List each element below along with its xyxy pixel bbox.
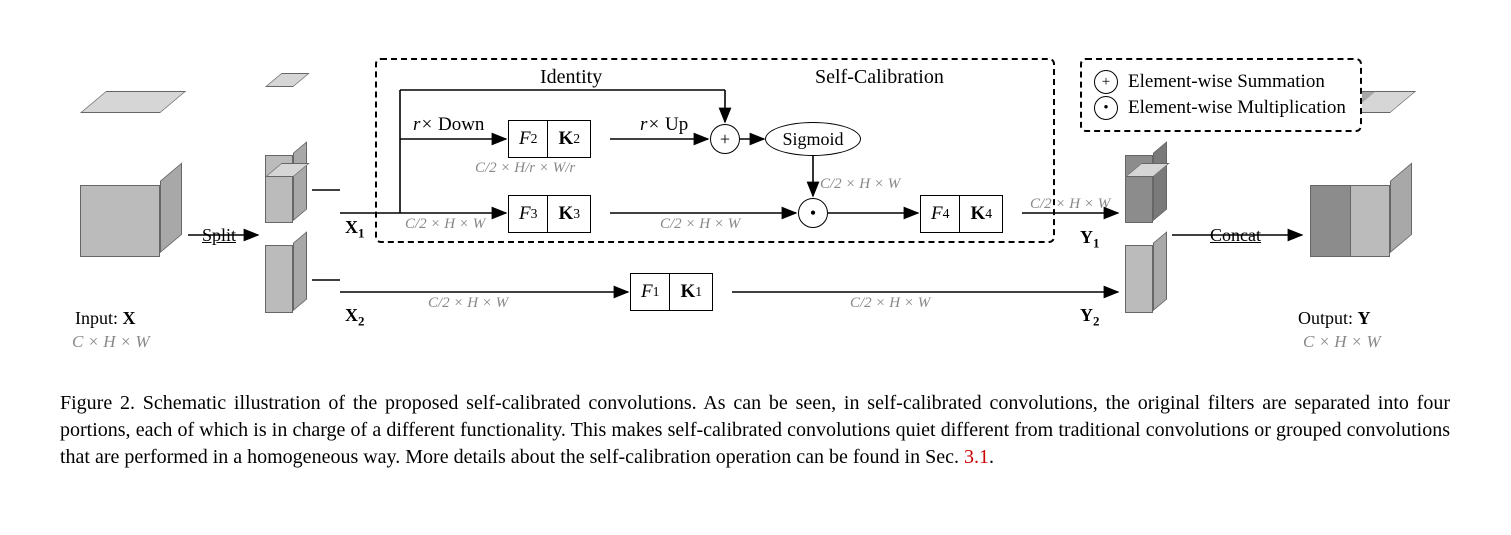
down-label: r× Down — [413, 114, 484, 136]
x2-label: X2 — [345, 305, 364, 330]
input-label: Input: X — [75, 308, 136, 329]
up-label: r× Up — [640, 114, 688, 136]
f2-k2-op: F2 K2 — [508, 120, 591, 158]
x2-dims-left: C/2 × H × W — [428, 295, 508, 312]
sum-op-icon: + — [710, 124, 740, 154]
self-calibration-title: Self-Calibration — [815, 66, 944, 89]
x2-dims-right: C/2 × H × W — [850, 295, 930, 312]
concat-label: Concat — [1210, 225, 1261, 246]
y2-label: Y2 — [1080, 305, 1099, 330]
sigmoid-op: Sigmoid — [765, 122, 861, 156]
legend-sum-label: Element-wise Summation — [1128, 71, 1325, 93]
figure-caption: Figure 2. Schematic illustration of the … — [60, 390, 1450, 471]
f4-k4-op: F4 K4 — [920, 195, 1003, 233]
identity-label: Identity — [540, 66, 602, 89]
section-ref-link[interactable]: 3.1 — [964, 446, 989, 468]
plus-icon: + — [1094, 70, 1118, 94]
output-label: Output: Y — [1298, 308, 1371, 329]
legend-sum: + Element-wise Summation — [1094, 70, 1346, 94]
output-dims: C × H × W — [1303, 332, 1381, 352]
f3-k3-op: F3 K3 — [508, 195, 591, 233]
legend-mul-label: Element-wise Multiplication — [1128, 97, 1346, 119]
after-f4-dims: C/2 × H × W — [1030, 196, 1110, 213]
f2-dims: C/2 × H/r × W/r — [475, 160, 575, 177]
after-sigmoid-dims: C/2 × H × W — [820, 176, 900, 193]
dot-icon: • — [1094, 96, 1118, 120]
input-dims: C × H × W — [72, 332, 150, 352]
legend-mul: • Element-wise Multiplication — [1094, 96, 1346, 120]
diagram: Input: X C × H × W Split X1 X2 Self-Cali… — [20, 20, 1491, 380]
legend: + Element-wise Summation • Element-wise … — [1080, 58, 1362, 132]
x1-dims: C/2 × H × W — [405, 216, 485, 233]
split-label: Split — [202, 225, 236, 246]
x1-label: X1 — [345, 217, 364, 242]
mul-op-icon: • — [798, 198, 828, 228]
y1-label: Y1 — [1080, 227, 1099, 252]
f1-k1-op: F1 K1 — [630, 273, 713, 311]
after-f3-dims: C/2 × H × W — [660, 216, 740, 233]
